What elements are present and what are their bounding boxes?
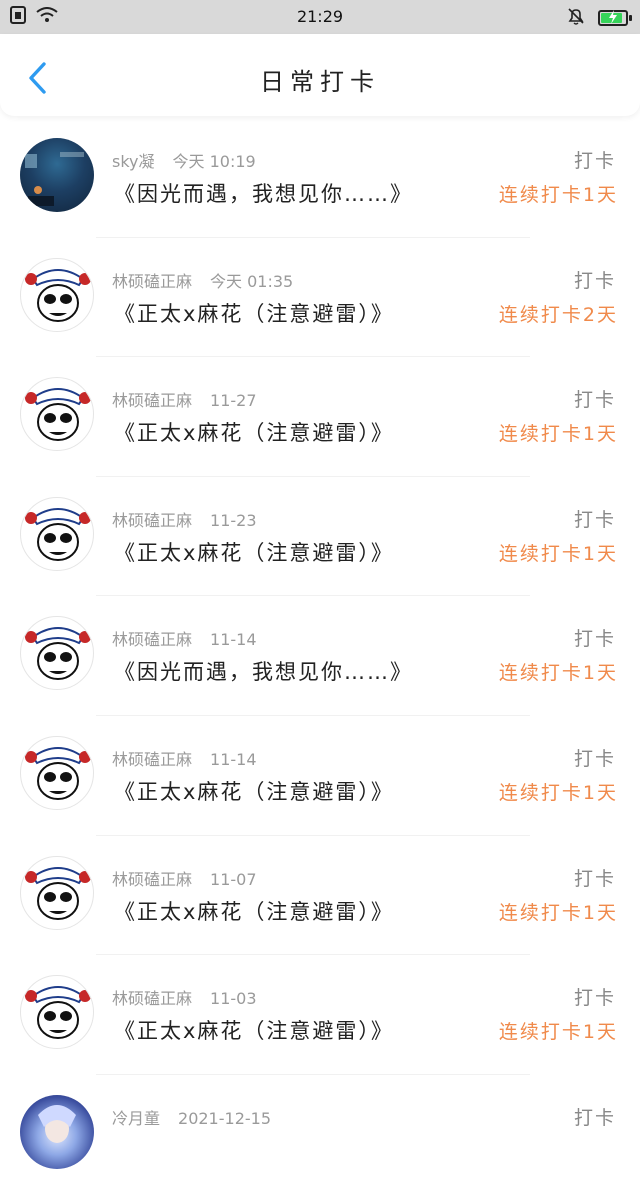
avatar[interactable] bbox=[20, 496, 94, 571]
user-name: 林硕磕正麻 bbox=[112, 510, 193, 530]
battery-charging-icon bbox=[598, 10, 632, 26]
avatar[interactable] bbox=[20, 616, 94, 691]
streak-label: 连续打卡2天 bbox=[498, 303, 618, 326]
streak-label: 连续打卡1天 bbox=[498, 662, 618, 685]
status-bar: 21:29 bbox=[0, 0, 640, 34]
book-title: 《因光而遇，我想见你……》 bbox=[114, 660, 413, 685]
book-title: 《因光而遇，我想见你……》 bbox=[114, 182, 413, 206]
checkin-type: 打卡 bbox=[573, 747, 616, 770]
user-name: 林硕磕正麻 bbox=[112, 869, 193, 889]
list-item[interactable]: 林硕磕正麻 11-07 《正太x麻花（注意避雷）》 打卡 连续打卡1天 bbox=[0, 836, 640, 956]
checkin-time: 今天 10:19 bbox=[172, 152, 256, 171]
avatar[interactable] bbox=[20, 1094, 94, 1169]
user-name: 林硕磕正麻 bbox=[112, 271, 193, 291]
user-name: 林硕磕正麻 bbox=[112, 989, 193, 1009]
list-item[interactable]: 林硕磕正麻 11-14 《正太x麻花（注意避雷）》 打卡 连续打卡1天 bbox=[0, 716, 640, 836]
checkin-list: sky凝 今天 10:19 《因光而遇，我想见你……》 打卡 连续打卡1天 林硕磕… bbox=[0, 118, 640, 1194]
avatar[interactable] bbox=[20, 138, 94, 212]
streak-label: 连续打卡1天 bbox=[498, 423, 618, 446]
checkin-type: 打卡 bbox=[573, 867, 616, 890]
page-title: 日常打卡 bbox=[260, 68, 380, 96]
book-title: 《正太x麻花（注意避雷）》 bbox=[114, 1019, 394, 1044]
checkin-time: 11-07 bbox=[210, 869, 257, 889]
avatar[interactable] bbox=[20, 855, 94, 930]
list-item[interactable]: 林硕磕正麻 今天 01:35 《正太x麻花（注意避雷）》 打卡 连续打卡2天 bbox=[0, 238, 640, 358]
checkin-type: 打卡 bbox=[573, 389, 616, 412]
checkin-time: 11-27 bbox=[210, 391, 257, 411]
streak-label: 连续打卡1天 bbox=[498, 184, 618, 206]
checkin-time: 11-14 bbox=[210, 749, 257, 769]
list-item[interactable]: sky凝 今天 10:19 《因光而遇，我想见你……》 打卡 连续打卡1天 bbox=[0, 118, 640, 238]
list-item[interactable]: 林硕磕正麻 11-27 《正太x麻花（注意避雷）》 打卡 连续打卡1天 bbox=[0, 357, 640, 477]
book-title: 《正太x麻花（注意避雷）》 bbox=[114, 899, 394, 924]
checkin-time: 2021-12-15 bbox=[178, 1108, 271, 1128]
checkin-type: 打卡 bbox=[573, 269, 616, 292]
checkin-time: 11-14 bbox=[210, 630, 257, 650]
checkin-type: 打卡 bbox=[573, 508, 616, 531]
status-time: 21:29 bbox=[296, 7, 344, 26]
checkin-time: 11-03 bbox=[210, 989, 257, 1009]
list-item[interactable]: 林硕磕正麻 11-14 《因光而遇，我想见你……》 打卡 连续打卡1天 bbox=[0, 596, 640, 716]
book-title: 《正太x麻花（注意避雷）》 bbox=[114, 301, 394, 326]
checkin-type: 打卡 bbox=[573, 1106, 616, 1129]
silent-bell-icon bbox=[566, 6, 586, 30]
streak-label: 连续打卡1天 bbox=[498, 781, 618, 804]
user-name: 林硕磕正麻 bbox=[112, 749, 193, 769]
avatar[interactable] bbox=[20, 975, 94, 1050]
user-name: 冷月童 bbox=[112, 1108, 161, 1128]
avatar[interactable] bbox=[20, 377, 94, 452]
checkin-type: 打卡 bbox=[573, 628, 616, 651]
user-name: sky凝 bbox=[112, 152, 155, 171]
user-name: 林硕磕正麻 bbox=[112, 391, 193, 411]
streak-label: 连续打卡1天 bbox=[498, 901, 618, 924]
book-title: 《正太x麻花（注意避雷）》 bbox=[114, 540, 394, 565]
checkin-time: 今天 01:35 bbox=[210, 271, 294, 291]
list-item[interactable]: 林硕磕正麻 11-23 《正太x麻花（注意避雷）》 打卡 连续打卡1天 bbox=[0, 477, 640, 597]
streak-label: 连续打卡1天 bbox=[498, 1021, 618, 1044]
checkin-type: 打卡 bbox=[573, 987, 616, 1010]
avatar[interactable] bbox=[20, 257, 94, 332]
book-title: 《正太x麻花（注意避雷）》 bbox=[114, 421, 394, 446]
header: 日常打卡 bbox=[0, 34, 640, 116]
list-item[interactable]: 林硕磕正麻 11-03 《正太x麻花（注意避雷）》 打卡 连续打卡1天 bbox=[0, 955, 640, 1075]
user-name: 林硕磕正麻 bbox=[112, 630, 193, 650]
list-item[interactable]: 冷月童 2021-12-15 打卡 bbox=[0, 1075, 640, 1194]
avatar[interactable] bbox=[20, 735, 94, 810]
book-title: 《正太x麻花（注意避雷）》 bbox=[114, 779, 394, 804]
checkin-time: 11-23 bbox=[210, 510, 257, 530]
streak-label: 连续打卡1天 bbox=[498, 542, 618, 565]
checkin-type: 打卡 bbox=[573, 150, 616, 172]
